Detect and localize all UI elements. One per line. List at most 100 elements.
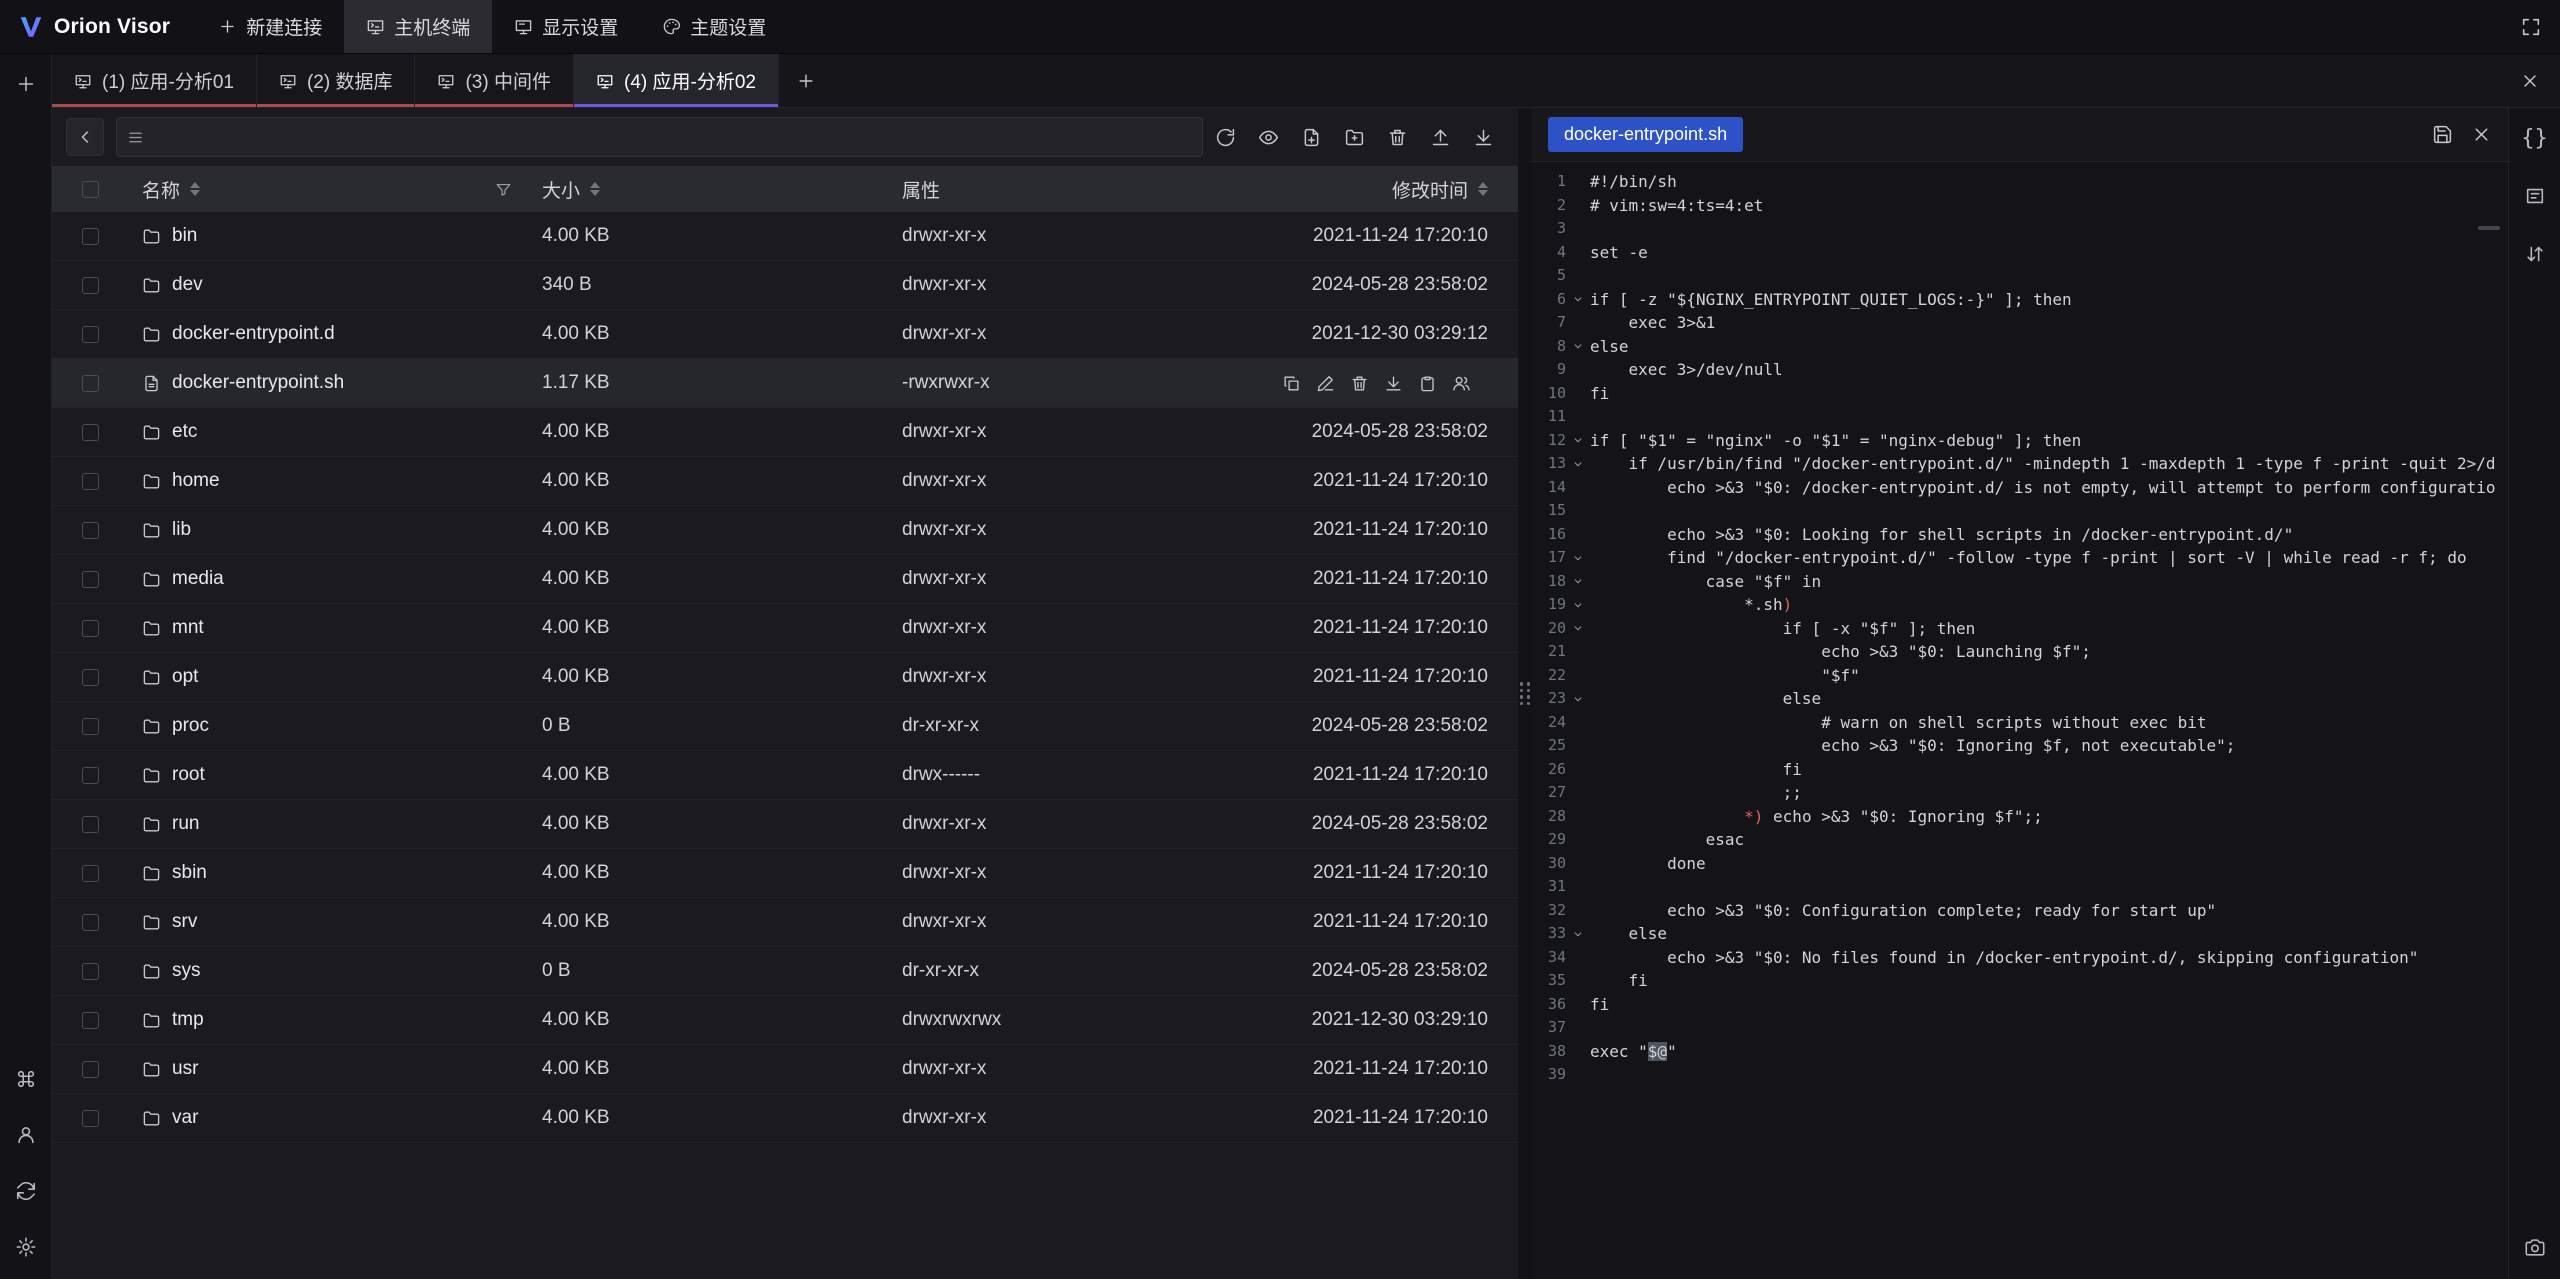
fold-toggle[interactable]	[1566, 1016, 1590, 1040]
variables-button[interactable]: {}	[2517, 120, 2553, 156]
editor-file-tab[interactable]: docker-entrypoint.sh	[1548, 117, 1743, 152]
row-checkbox[interactable]	[82, 424, 99, 441]
fold-toggle[interactable]	[1566, 264, 1590, 288]
file-row-root[interactable]: root4.00 KBdrwx------2021-11-24 17:20:10	[52, 751, 1518, 800]
fold-toggle[interactable]	[1566, 875, 1590, 899]
editor-scrollbar-thumb[interactable]	[2478, 226, 2500, 230]
row-checkbox[interactable]	[82, 522, 99, 539]
file-row-lib[interactable]: lib4.00 KBdrwxr-xr-x2021-11-24 17:20:10	[52, 506, 1518, 555]
sort-time-button[interactable]	[1478, 182, 1488, 196]
file-row-sys[interactable]: sys0 Bdr-xr-xr-x2024-05-28 23:58:02	[52, 947, 1518, 996]
fold-toggle[interactable]	[1566, 711, 1590, 735]
fold-toggle[interactable]	[1566, 899, 1590, 923]
save-button[interactable]	[2432, 124, 2453, 145]
fold-toggle[interactable]	[1566, 523, 1590, 547]
file-row-bin[interactable]: bin4.00 KBdrwxr-xr-x2021-11-24 17:20:10	[52, 212, 1518, 261]
file-row-media[interactable]: media4.00 KBdrwxr-xr-x2021-11-24 17:20:1…	[52, 555, 1518, 604]
filter-button[interactable]	[495, 181, 512, 198]
fold-toggle[interactable]	[1566, 758, 1590, 782]
row-edit-button[interactable]	[1316, 374, 1335, 393]
fold-toggle[interactable]	[1566, 546, 1590, 570]
row-checkbox[interactable]	[82, 914, 99, 931]
file-row-etc[interactable]: etc4.00 KBdrwxr-xr-x2024-05-28 23:58:02	[52, 408, 1518, 457]
fold-toggle[interactable]	[1566, 570, 1590, 594]
fold-toggle[interactable]	[1566, 499, 1590, 523]
add-panel-button[interactable]	[8, 66, 44, 102]
file-row-home[interactable]: home4.00 KBdrwxr-xr-x2021-11-24 17:20:10	[52, 457, 1518, 506]
file-row-mnt[interactable]: mnt4.00 KBdrwxr-xr-x2021-11-24 17:20:10	[52, 604, 1518, 653]
row-permissions-button[interactable]	[1452, 374, 1471, 393]
fold-toggle[interactable]	[1566, 922, 1590, 946]
file-manager-button[interactable]	[2517, 178, 2553, 214]
fold-toggle[interactable]	[1566, 170, 1590, 194]
file-row-docker-entrypoint.sh[interactable]: docker-entrypoint.sh1.17 KB-rwxrwxr-x	[52, 359, 1518, 408]
fold-toggle[interactable]	[1566, 640, 1590, 664]
fold-toggle[interactable]	[1566, 593, 1590, 617]
screenshot-button[interactable]	[2517, 1229, 2553, 1265]
fold-toggle[interactable]	[1566, 382, 1590, 406]
nav-item-new-connection[interactable]: 新建连接	[196, 0, 344, 53]
fold-toggle[interactable]	[1566, 217, 1590, 241]
row-checkbox[interactable]	[82, 1012, 99, 1029]
fold-toggle[interactable]	[1566, 1040, 1590, 1064]
fold-toggle[interactable]	[1566, 1063, 1590, 1087]
row-checkbox[interactable]	[82, 816, 99, 833]
file-row-usr[interactable]: usr4.00 KBdrwxr-xr-x2021-11-24 17:20:10	[52, 1045, 1518, 1094]
file-row-sbin[interactable]: sbin4.00 KBdrwxr-xr-x2021-11-24 17:20:10	[52, 849, 1518, 898]
file-row-var[interactable]: var4.00 KBdrwxr-xr-x2021-11-24 17:20:10	[52, 1094, 1518, 1143]
file-row-proc[interactable]: proc0 Bdr-xr-xr-x2024-05-28 23:58:02	[52, 702, 1518, 751]
row-checkbox[interactable]	[82, 277, 99, 294]
fold-toggle[interactable]	[1566, 687, 1590, 711]
row-delete-button[interactable]	[1350, 374, 1369, 393]
upload-button[interactable]	[1430, 127, 1451, 148]
terminal-tab-2[interactable]: (2) 数据库	[257, 54, 416, 107]
row-copy-path-button[interactable]	[1418, 374, 1437, 393]
row-checkbox[interactable]	[82, 620, 99, 637]
shortcut-commands-button[interactable]	[8, 1061, 44, 1097]
fold-toggle[interactable]	[1566, 311, 1590, 335]
select-all-checkbox[interactable]	[82, 181, 99, 198]
transfer-button[interactable]	[2517, 236, 2553, 272]
fold-toggle[interactable]	[1566, 429, 1590, 453]
fold-toggle[interactable]	[1566, 452, 1590, 476]
fold-toggle[interactable]	[1566, 405, 1590, 429]
fold-toggle[interactable]	[1566, 241, 1590, 265]
fold-toggle[interactable]	[1566, 805, 1590, 829]
row-checkbox[interactable]	[82, 669, 99, 686]
terminal-tab-1[interactable]: (1) 应用-分析01	[52, 54, 257, 107]
fold-toggle[interactable]	[1566, 194, 1590, 218]
sort-name-button[interactable]	[190, 182, 200, 196]
settings-button[interactable]	[8, 1229, 44, 1265]
file-row-docker-entrypoint.d[interactable]: docker-entrypoint.d4.00 KBdrwxr-xr-x2021…	[52, 310, 1518, 359]
download-button[interactable]	[1473, 127, 1494, 148]
new-folder-button[interactable]	[1344, 127, 1365, 148]
row-checkbox[interactable]	[82, 473, 99, 490]
file-row-dev[interactable]: dev340 Bdrwxr-xr-x2024-05-28 23:58:02	[52, 261, 1518, 310]
back-button[interactable]	[66, 118, 104, 156]
row-checkbox[interactable]	[82, 963, 99, 980]
editor-close-button[interactable]	[2471, 124, 2492, 145]
row-checkbox[interactable]	[82, 865, 99, 882]
fold-toggle[interactable]	[1566, 969, 1590, 993]
row-checkbox[interactable]	[82, 1061, 99, 1078]
add-tab-button[interactable]	[779, 54, 833, 107]
fold-toggle[interactable]	[1566, 852, 1590, 876]
file-row-tmp[interactable]: tmp4.00 KBdrwxrwxrwx2021-12-30 03:29:10	[52, 996, 1518, 1045]
path-input[interactable]	[152, 127, 1192, 148]
new-file-button[interactable]	[1301, 127, 1322, 148]
row-checkbox[interactable]	[82, 571, 99, 588]
terminal-tab-4[interactable]: (4) 应用-分析02	[574, 54, 779, 107]
file-row-run[interactable]: run4.00 KBdrwxr-xr-x2024-05-28 23:58:02	[52, 800, 1518, 849]
row-checkbox[interactable]	[82, 767, 99, 784]
fold-toggle[interactable]	[1566, 358, 1590, 382]
tabbar-close-button[interactable]	[2500, 54, 2560, 107]
delete-button[interactable]	[1387, 127, 1408, 148]
toggle-hidden-button[interactable]	[1258, 127, 1279, 148]
row-copy-button[interactable]	[1282, 374, 1301, 393]
user-profile-button[interactable]	[8, 1117, 44, 1153]
terminal-tab-3[interactable]: (3) 中间件	[415, 54, 574, 107]
fold-toggle[interactable]	[1566, 828, 1590, 852]
fold-toggle[interactable]	[1566, 335, 1590, 359]
fold-toggle[interactable]	[1566, 993, 1590, 1017]
refresh-button[interactable]	[1215, 127, 1236, 148]
